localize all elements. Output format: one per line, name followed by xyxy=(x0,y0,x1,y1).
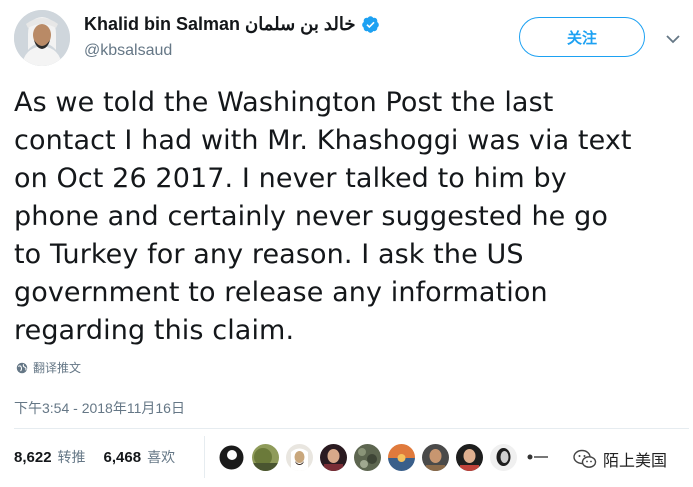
name-row: Khalid bin Salman خالد بن سلمان xyxy=(84,14,380,35)
tweet-timestamp[interactable]: 下午3:54 - 2018年11月16日 xyxy=(14,398,185,418)
tweet-text: As we told the Washington Post the last … xyxy=(14,87,632,346)
retweet-label[interactable]: 转推 xyxy=(58,447,86,467)
liker-avatar[interactable] xyxy=(286,444,313,471)
liker-avatar-logo[interactable] xyxy=(524,444,551,471)
liker-avatar[interactable] xyxy=(422,444,449,471)
liker-avatar[interactable] xyxy=(252,444,279,471)
divider xyxy=(14,428,689,429)
verified-badge-icon xyxy=(362,16,380,33)
watermark: 陌上美国 xyxy=(573,447,667,471)
liker-avatar[interactable] xyxy=(354,444,381,471)
liker-avatar[interactable] xyxy=(456,444,483,471)
liker-avatar[interactable] xyxy=(218,444,245,471)
like-count[interactable]: 6,468 xyxy=(104,449,142,466)
liker-avatar[interactable] xyxy=(490,444,517,471)
tweet-stats: 8,622 转推 6,468 喜欢 xyxy=(14,447,187,467)
like-label[interactable]: 喜欢 xyxy=(147,447,175,467)
translate-label: 翻译推文 xyxy=(33,361,82,375)
liker-avatar[interactable] xyxy=(320,444,347,471)
liker-avatars xyxy=(218,444,551,471)
display-name[interactable]: Khalid bin Salman خالد بن سلمان xyxy=(84,14,355,35)
follow-button[interactable]: 关注 xyxy=(519,17,645,57)
avatar-image xyxy=(14,10,70,66)
globe-icon xyxy=(16,362,28,373)
stats-divider xyxy=(204,436,205,478)
chevron-down-icon[interactable] xyxy=(665,31,681,47)
liker-avatar[interactable] xyxy=(388,444,415,471)
translate-tweet-link[interactable]: 翻译推文 xyxy=(16,359,81,376)
user-handle[interactable]: @kbsalsaud xyxy=(84,42,172,60)
retweet-count[interactable]: 8,622 xyxy=(14,449,52,466)
avatar[interactable] xyxy=(14,10,70,66)
tweet-card: Khalid bin Salman خالد بن سلمان @kbsalsa… xyxy=(0,0,693,487)
wechat-icon xyxy=(573,449,597,468)
watermark-text: 陌上美国 xyxy=(603,451,668,470)
